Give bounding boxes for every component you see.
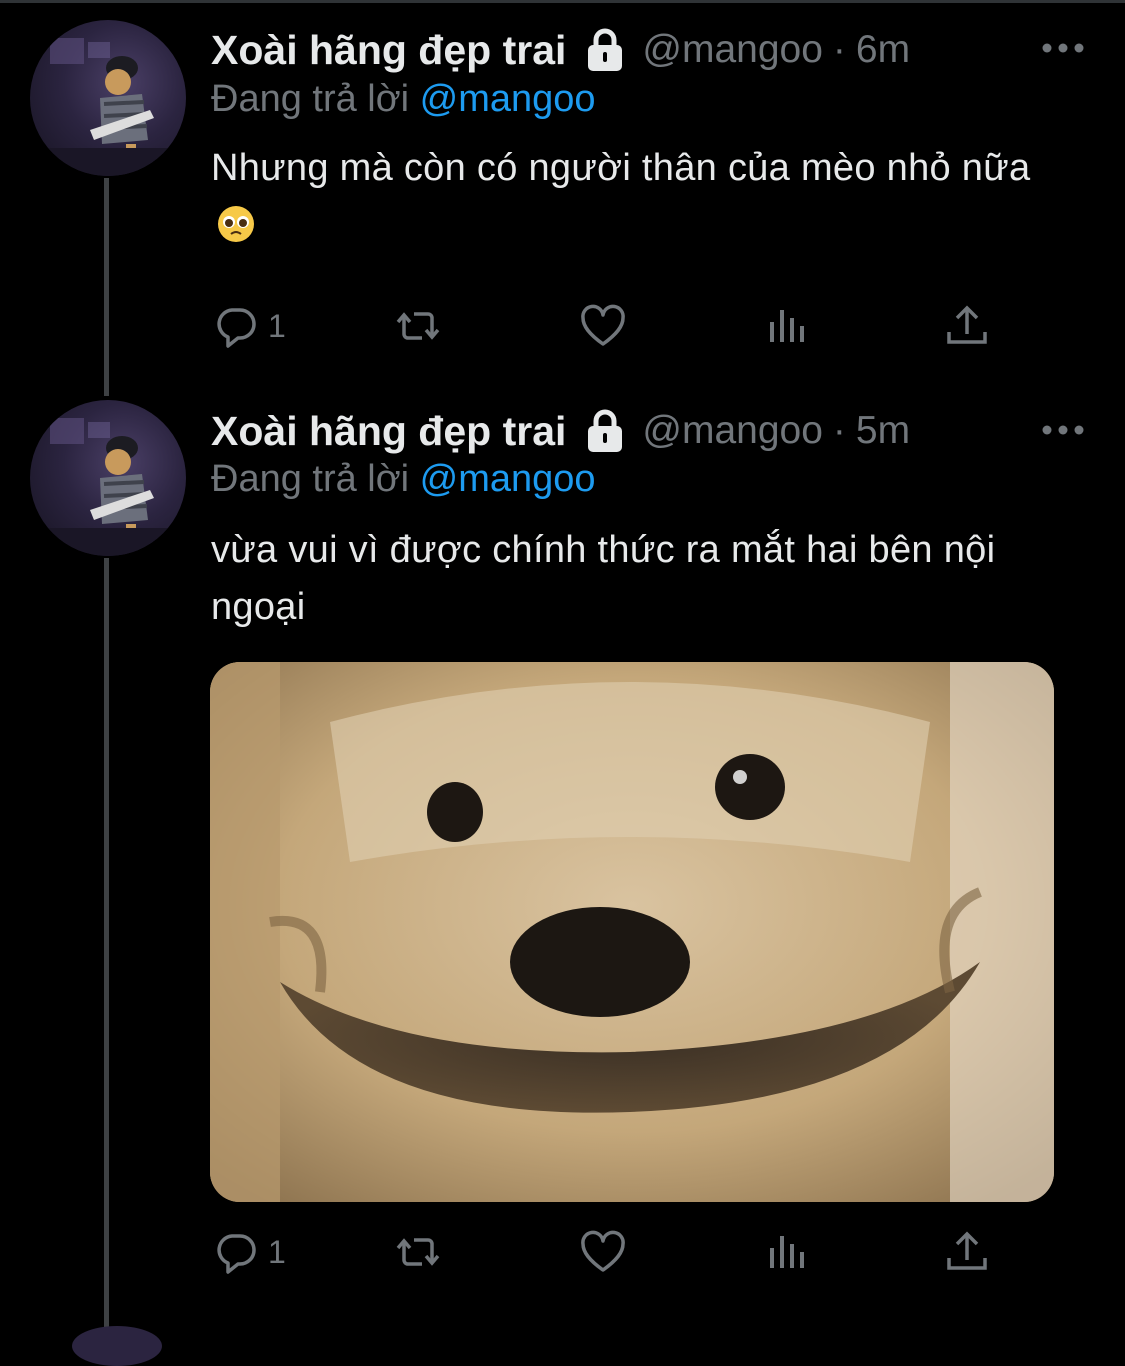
analytics-icon [770,1236,804,1268]
reply-count: 1 [268,1233,286,1270]
share-icon [947,1231,987,1270]
tweet[interactable]: Xoài hãng đẹp trai @mangoo · 5m Đang trả… [0,0,1125,1337]
tweet-text: vừa vui vì được chính thức ra mắt hai bê… [211,522,1071,636]
more-icon[interactable] [1040,420,1086,440]
retweet-icon [396,1238,440,1266]
reply-icon [217,1234,256,1274]
author-handle[interactable]: @mangoo [642,409,823,453]
share-button[interactable] [943,1222,991,1282]
reply-prefix: Đang trả lời [211,458,410,500]
separator: · [832,409,846,452]
tweet-text-content: vừa vui vì được chính thức ra mắt hai bê… [211,529,996,628]
author-name[interactable]: Xoài hãng đẹp trai [211,408,566,455]
dog-smiling-photo[interactable] [210,662,1054,1202]
analytics-button[interactable] [762,1222,810,1282]
avatar-image [30,418,186,556]
timestamp[interactable]: 5m [856,409,910,453]
next-tweet-avatar[interactable] [72,1326,162,1366]
reply-mention[interactable]: @mangoo [420,458,596,500]
tweet-header: Xoài hãng đẹp trai @mangoo · 5m [211,403,910,459]
lock-icon [584,409,626,453]
like-icon [581,1230,625,1272]
tweet-actions: 1 [0,1222,1125,1282]
reply-button[interactable]: 1 [212,1222,286,1282]
media-image [210,662,1054,1202]
replying-to: Đang trả lời @mangoo [211,458,596,501]
retweet-button[interactable] [394,1222,442,1282]
avatar[interactable] [30,400,186,556]
like-button[interactable] [579,1222,627,1282]
